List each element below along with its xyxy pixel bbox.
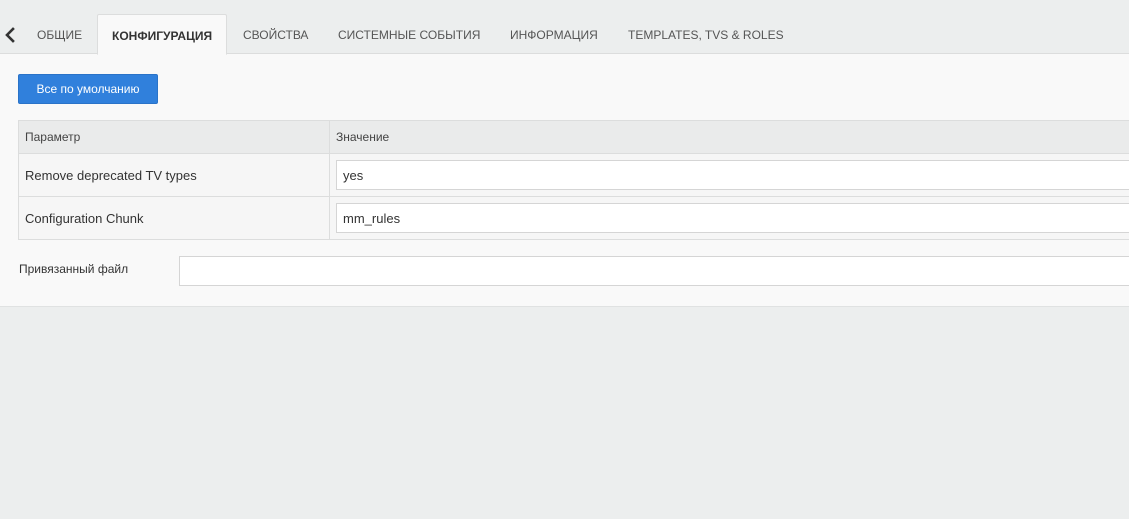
column-header-parameter: Параметр — [19, 121, 330, 153]
table-header-row: Параметр Значение — [19, 121, 1129, 154]
param-name: Configuration Chunk — [19, 197, 330, 239]
tab-system-events[interactable]: Системные события — [338, 14, 480, 54]
configuration-panel: Все по умолчанию Параметр Значение Remov… — [0, 54, 1129, 307]
reset-defaults-button[interactable]: Все по умолчанию — [18, 74, 158, 104]
linked-file-label: Привязанный файл — [19, 262, 129, 276]
remove-deprecated-tv-types-input[interactable] — [336, 160, 1129, 190]
tab-information[interactable]: Информация — [510, 14, 598, 54]
linked-file-input[interactable] — [179, 256, 1129, 286]
param-name: Remove deprecated TV types — [19, 154, 330, 196]
tab-templates-tvs-roles[interactable]: Templates, TVs & Roles — [628, 14, 784, 54]
tab-properties[interactable]: Свойства — [243, 14, 308, 54]
tab-general[interactable]: Общие — [37, 14, 82, 54]
param-value-cell — [330, 197, 1129, 239]
parameters-table: Параметр Значение Remove deprecated TV t… — [18, 120, 1129, 240]
chevron-left-icon[interactable] — [3, 26, 17, 44]
configuration-chunk-input[interactable] — [336, 203, 1129, 233]
tab-bar: Общие Конфигурация Свойства Системные со… — [0, 0, 1129, 55]
tab-configuration[interactable]: Конфигурация — [97, 14, 228, 55]
table-row: Remove deprecated TV types — [19, 154, 1129, 197]
param-value-cell — [330, 154, 1129, 196]
column-header-value: Значение — [336, 130, 390, 144]
table-row: Configuration Chunk — [19, 197, 1129, 240]
